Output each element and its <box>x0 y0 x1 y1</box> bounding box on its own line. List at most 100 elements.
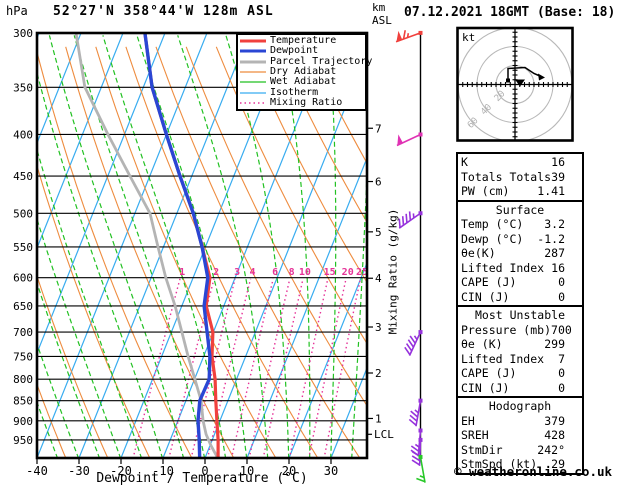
altitude-axis-units: km ASL <box>372 1 392 27</box>
km-tick-label: 5 <box>375 226 382 239</box>
legend-item-label: Mixing Ratio <box>270 96 343 108</box>
mixing-ratio-value-label: 3 <box>234 267 240 278</box>
pressure-tick-label: 450 <box>13 170 33 183</box>
stats-panel: K 16 Totals Totals 39 PW (cm) 1.41 Surface Temp… <box>456 152 584 475</box>
stat-row: CIN (J) 0 <box>461 381 579 396</box>
dry-adiabat-line <box>65 46 235 458</box>
hodograph: 204060 <box>457 28 573 141</box>
pressure-tick-label: 900 <box>13 415 33 428</box>
km-tick-label: 2 <box>375 367 382 380</box>
hodograph-units-label: kt <box>462 31 476 44</box>
legend-item: Mixing Ratio <box>240 96 365 108</box>
legend: Temperature Dewpoint Parcel Trajectory Dry … <box>236 33 372 111</box>
stat-label: SREH <box>461 428 489 442</box>
stat-label: Temp (°C) <box>461 217 524 231</box>
wind-barb <box>396 132 423 147</box>
stat-label: EH <box>461 413 475 428</box>
stats-section-title: Surface <box>495 202 545 217</box>
stat-value: 287 <box>544 246 565 260</box>
stat-row: EH 379 <box>461 414 579 429</box>
pressure-tick-label: 300 <box>13 27 33 40</box>
stat-label: Dewp (°C) <box>461 231 524 246</box>
km-tick-label: 1 <box>375 412 382 425</box>
stat-row: CAPE (J) 0 <box>461 366 579 381</box>
mixing-ratio-value-label: 1 <box>179 267 185 278</box>
mixing-ratio-value-label: 15 <box>324 267 336 278</box>
stat-label: CIN (J) <box>461 380 510 395</box>
stats-section: Surface Temp (°C) 3.2 Dewp (°C) -1.2 θe(K) 287… <box>456 199 584 307</box>
stat-row: Lifted Index 7 <box>461 352 579 367</box>
km-tick-label: 4 <box>375 272 382 285</box>
stats-section-title: Hodograph <box>488 399 552 413</box>
stat-label: CIN (J) <box>461 289 510 304</box>
pressure-tick-label: 750 <box>13 350 33 363</box>
mixing-ratio-value-label: 8 <box>289 267 295 278</box>
stat-row: Totals Totals 39 <box>461 170 579 185</box>
stat-value: 3.2 <box>544 217 565 231</box>
stat-label: Lifted Index <box>461 351 545 366</box>
stat-row: Lifted Index 16 <box>461 261 579 276</box>
pressure-tick-label: 600 <box>13 272 33 285</box>
stat-label: Totals Totals <box>461 169 552 184</box>
mixing-ratio-value-label: 4 <box>250 267 256 278</box>
stat-row: θe (K) 299 <box>461 337 579 352</box>
stat-value: 0 <box>558 289 565 304</box>
datetime-label: 07.12.2021 18GMT (Base: 18) <box>404 5 616 20</box>
lcl-marker-label: LCL <box>374 428 394 441</box>
mixing-ratio-axis-title: Mixing Ratio (g/kg) <box>386 208 400 335</box>
stat-value: 428 <box>544 428 565 442</box>
hodograph-start-marker <box>506 78 510 83</box>
stat-value: -1.2 <box>537 231 565 246</box>
stat-label: CAPE (J) <box>461 275 517 289</box>
pressure-axis-units: hPa <box>6 4 28 18</box>
stat-row: Dewp (°C) -1.2 <box>461 232 579 247</box>
stats-section: Most Unstable Pressure (mb) 700 θe (K) 299 Li… <box>456 305 584 398</box>
stat-label: θe (K) <box>461 337 503 351</box>
stat-row: CAPE (J) 0 <box>461 275 579 290</box>
km-tick-label: 3 <box>375 321 382 334</box>
stat-row: SREH 428 <box>461 428 579 443</box>
copyright: © weatheronline.co.uk <box>454 464 613 479</box>
pressure-tick-label: 650 <box>13 300 33 313</box>
pressure-tick-label: 400 <box>13 128 33 141</box>
dry-adiabat-line <box>37 49 193 458</box>
mixing-ratio-value-label: 2 <box>213 267 219 278</box>
stat-row: PW (cm) 1.41 <box>461 184 579 199</box>
stat-row: θe(K) 287 <box>461 246 579 261</box>
stat-value: 1.41 <box>537 184 565 198</box>
stat-value: 0 <box>558 380 565 395</box>
stat-value: 0 <box>558 275 565 289</box>
station-title: 52°27'N 358°44'W 128m ASL <box>53 4 274 19</box>
stats-section: K 16 Totals Totals 39 PW (cm) 1.41 <box>456 152 584 202</box>
stat-label: θe(K) <box>461 246 496 260</box>
stat-label: CAPE (J) <box>461 366 517 380</box>
stat-label: PW (cm) <box>461 184 510 198</box>
stat-value: 299 <box>544 337 565 351</box>
wind-barb <box>398 211 423 229</box>
wind-barb <box>395 30 423 43</box>
pressure-tick-label: 950 <box>13 434 33 447</box>
stat-value: 39 <box>551 169 565 184</box>
stats-section: Hodograph EH 379 SREH 428 StmDir 242° StmSpd (k… <box>456 396 584 475</box>
legend-item: Wet Adiabat <box>240 77 365 87</box>
stat-label: K <box>461 155 468 169</box>
mixing-ratio-value-label: 10 <box>299 267 311 278</box>
pressure-tick-label: 850 <box>13 395 33 408</box>
isotherm-line <box>78 33 250 458</box>
stat-value: 0 <box>558 366 565 380</box>
pressure-tick-label: 350 <box>13 81 33 94</box>
sounding-screen: 1 2 3 4 6 8 10 15 20 25 300 350 400 450 500 550 600 650 70… <box>0 0 629 486</box>
km-tick-label: 6 <box>375 176 382 189</box>
legend-item-label: Wet Adiabat <box>270 76 337 88</box>
stat-row: CIN (J) 0 <box>461 290 579 305</box>
stat-row: Pressure (mb) 700 <box>461 323 579 338</box>
stat-value: 700 <box>551 322 572 337</box>
pressure-tick-label: 550 <box>13 241 33 254</box>
stat-value: 7 <box>558 351 565 366</box>
stat-label: StmDir <box>461 442 503 457</box>
stat-row: K 16 <box>461 155 579 170</box>
legend-item-label: Dewpoint <box>270 45 319 57</box>
stat-row: StmDir 242° <box>461 443 579 458</box>
stat-value: 16 <box>551 155 565 169</box>
mixing-ratio-value-label: 6 <box>272 267 278 278</box>
